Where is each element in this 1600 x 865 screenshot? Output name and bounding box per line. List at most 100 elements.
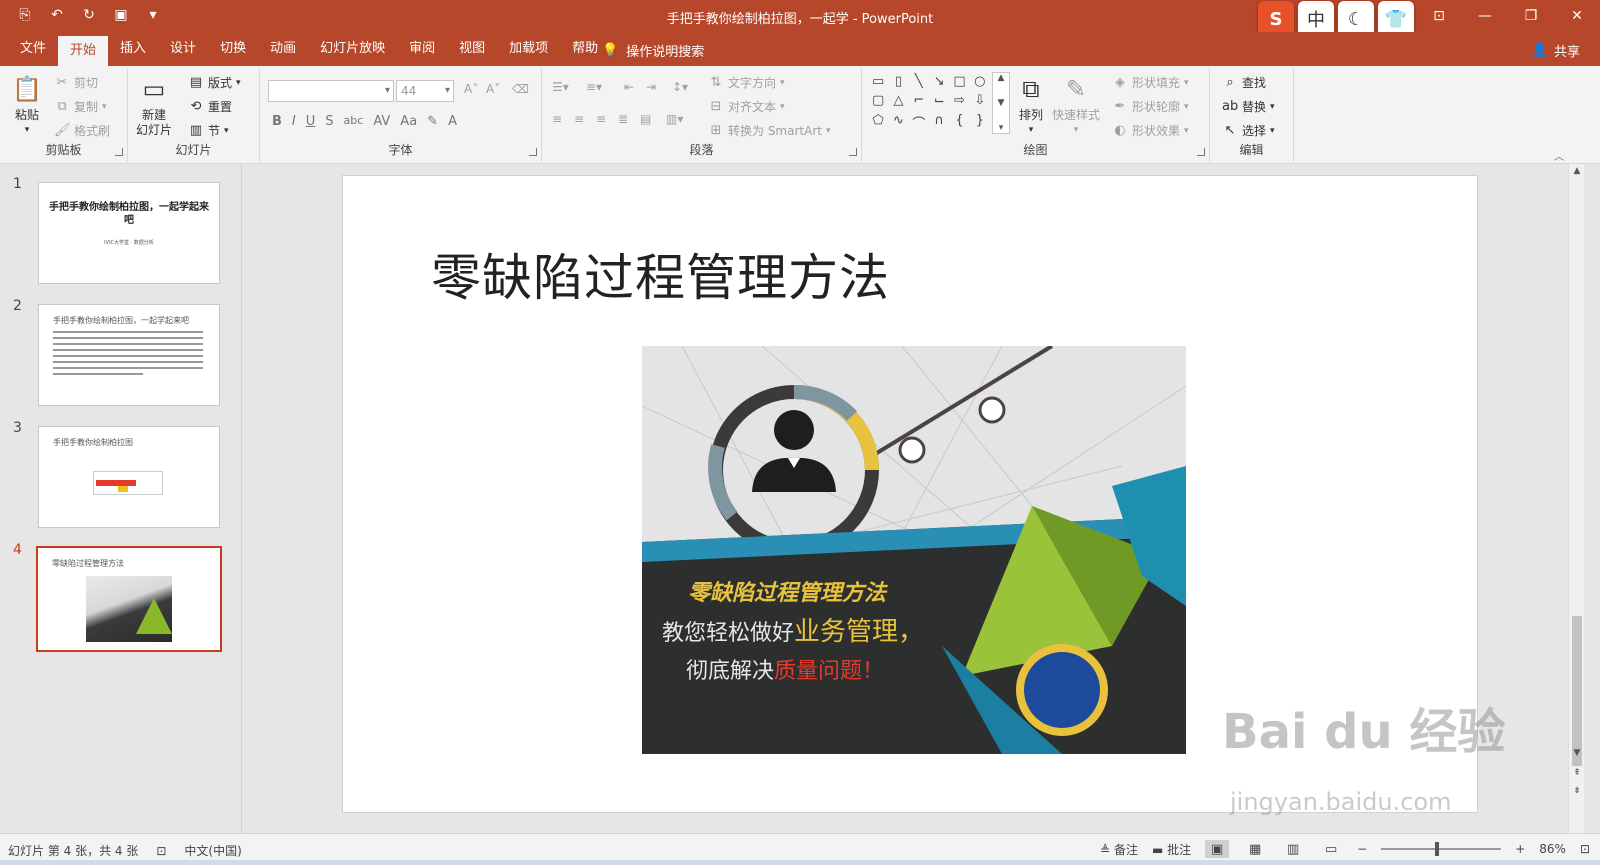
paragraph-launcher[interactable] [849, 148, 857, 156]
align-center-icon[interactable]: ≡ [574, 112, 584, 126]
strikethrough-button[interactable]: abc [344, 114, 364, 129]
editor-vertical-scrollbar[interactable]: ▲ ▼ ⇞ ⇟ [1568, 164, 1584, 833]
tab-home[interactable]: 开始 [58, 36, 109, 66]
zoom-out-icon[interactable]: − [1357, 842, 1367, 856]
book-cover-image[interactable]: 零缺陷过程管理方法 教您轻松做好业务管理， 彻底解决质量问题！ [642, 346, 1186, 754]
down-arrow-shape-icon[interactable]: ⇩ [970, 93, 990, 112]
underline-button[interactable]: U [306, 114, 316, 129]
shrink-font-button[interactable]: A˅ [486, 82, 500, 96]
shape-fill-button[interactable]: ◈ 形状填充 ▾ [1112, 74, 1189, 91]
share-button[interactable]: 👤 共享 [1532, 41, 1580, 60]
shadow-button[interactable]: S [325, 114, 333, 129]
font-launcher[interactable] [529, 148, 537, 156]
scroll-thumb[interactable] [1572, 616, 1582, 766]
fit-slide-icon[interactable]: ⊡ [1580, 842, 1590, 856]
shape-outline-button[interactable]: ✒ 形状轮廓 ▾ [1112, 98, 1189, 115]
layout-button[interactable]: ▤ 版式 ▾ [188, 74, 241, 91]
zoom-level[interactable]: 86% [1539, 842, 1566, 856]
reset-button[interactable]: ⟲ 重置 [188, 98, 232, 115]
align-text-button[interactable]: ⊟ 对齐文本 ▾ [708, 98, 785, 115]
zoom-in-icon[interactable]: + [1515, 842, 1525, 856]
right-arrow-shape-icon[interactable]: ⇨ [949, 93, 969, 112]
minimize-icon[interactable]: — [1462, 0, 1508, 32]
elbow-arrow-shape-icon[interactable]: ⌙ [929, 93, 949, 112]
text-direction-button[interactable]: ⇅ 文字方向 ▾ [708, 74, 785, 91]
align-left-icon[interactable]: ≡ [552, 112, 562, 126]
bold-button[interactable]: B [272, 114, 282, 129]
next-slide-icon[interactable]: ⇟ [1569, 786, 1585, 796]
slide-thumb-1[interactable]: 手把手教你绘制柏拉图，一起学起来吧 IVIC大学堂 · 数据分析 [38, 182, 220, 284]
ribbon-display-icon[interactable]: ⊡ [1416, 0, 1462, 32]
shape-effects-button[interactable]: ◐ 形状效果 ▾ [1112, 122, 1188, 139]
drawing-launcher[interactable] [1197, 148, 1205, 156]
shapes-gallery-scroll[interactable]: ▲ ▼ ▾ [992, 72, 1010, 134]
cut-button[interactable]: ✂ 剪切 [54, 74, 98, 91]
distributed-icon[interactable]: ▤ [640, 112, 651, 126]
tab-animations[interactable]: 动画 [258, 32, 308, 66]
format-painter-button[interactable]: 🖌 格式刷 [54, 122, 110, 139]
slide-thumb-2[interactable]: 手把手教你绘制柏拉图，一起学起来吧 [38, 304, 220, 406]
shapes-gallery[interactable]: ▭ ▯ ╲ ↘ □ ○ ▢ △ ⌐ ⌙ ⇨ ⇩ ⬠ ∿ ⌒ ∩{} [868, 74, 990, 132]
maximize-icon[interactable]: ❐ [1508, 0, 1554, 32]
wave-shape-icon[interactable]: ∩ [929, 113, 949, 132]
numbering-icon[interactable]: ≡▾ [586, 80, 602, 94]
line-shape-icon[interactable]: ╲ [909, 74, 929, 93]
line-spacing-icon[interactable]: ↕▾ [672, 80, 688, 94]
scroll-up-icon[interactable]: ▲ [1569, 166, 1585, 176]
font-color-button[interactable]: A [448, 114, 457, 129]
paste-button[interactable]: 📋 粘贴 ▾ [10, 72, 44, 138]
slide-title[interactable]: 零缺陷过程管理方法 [431, 238, 890, 310]
slideshow-view-icon[interactable]: ▭ [1319, 840, 1343, 858]
copy-button[interactable]: ⧉ 复制 ▾ [54, 98, 106, 115]
close-icon[interactable]: ✕ [1554, 0, 1600, 32]
grow-font-button[interactable]: A˄ [464, 82, 478, 96]
highlight-icon[interactable]: ✎ [427, 114, 438, 129]
textbox-shape-icon[interactable]: ▭ [868, 74, 888, 93]
select-button[interactable]: ↖ 选择 ▾ [1222, 122, 1275, 139]
brace-right-shape-icon[interactable]: } [970, 113, 990, 132]
reading-view-icon[interactable]: ▥ [1281, 840, 1305, 858]
clear-format-icon[interactable]: ⌫ [512, 82, 529, 96]
justify-icon[interactable]: ≣ [618, 112, 628, 126]
increase-indent-icon[interactable]: ⇥ [646, 80, 656, 94]
normal-view-icon[interactable]: ▣ [1205, 840, 1230, 858]
decrease-indent-icon[interactable]: ⇤ [624, 80, 634, 94]
tab-slideshow[interactable]: 幻灯片放映 [308, 32, 397, 66]
find-button[interactable]: ⌕ 查找 [1222, 74, 1266, 91]
collapse-ribbon-icon[interactable]: ︿ [1554, 148, 1564, 163]
tab-file[interactable]: 文件 [8, 32, 58, 66]
tab-insert[interactable]: 插入 [108, 32, 158, 66]
slide-sorter-icon[interactable]: ▦ [1243, 840, 1267, 858]
new-slide-button[interactable]: ▭ 新建 幻灯片 [136, 72, 172, 138]
triangle-shape-icon[interactable]: △ [888, 93, 908, 112]
columns-icon[interactable]: ▥▾ [666, 112, 683, 126]
curve-shape-icon[interactable]: ∿ [888, 113, 908, 132]
tab-view[interactable]: 视图 [447, 32, 497, 66]
bullets-icon[interactable]: ☰▾ [552, 80, 569, 94]
language-indicator[interactable]: 中文(中国) [184, 842, 241, 859]
tab-transitions[interactable]: 切换 [208, 32, 258, 66]
brace-left-shape-icon[interactable]: { [949, 113, 969, 132]
font-name-combo[interactable]: ▾ [268, 80, 394, 102]
change-case-button[interactable]: Aa [400, 114, 417, 129]
scroll-down-icon[interactable]: ▼ [1569, 748, 1585, 758]
vtextbox-shape-icon[interactable]: ▯ [888, 74, 908, 93]
smartart-button[interactable]: ⊞ 转换为 SmartArt ▾ [708, 122, 831, 139]
arrange-button[interactable]: ⧉ 排列 ▾ [1014, 72, 1048, 138]
spacing-button[interactable]: AV [373, 114, 390, 129]
freeform-shape-icon[interactable]: ⬠ [868, 113, 888, 132]
arc-shape-icon[interactable]: ⌒ [909, 113, 929, 132]
prev-slide-icon[interactable]: ⇞ [1569, 768, 1585, 778]
zoom-slider[interactable] [1381, 842, 1502, 856]
oval-shape-icon[interactable]: ○ [970, 74, 990, 93]
tab-design[interactable]: 设计 [158, 32, 208, 66]
align-right-icon[interactable]: ≡ [596, 112, 606, 126]
arrow-line-shape-icon[interactable]: ↘ [929, 74, 949, 93]
rounded-rect-shape-icon[interactable]: ▢ [868, 93, 888, 112]
comments-button[interactable]: ▬ 批注 [1152, 841, 1191, 858]
tell-me-search[interactable]: 💡 操作说明搜索 [602, 41, 704, 60]
slide-thumb-4[interactable]: 零缺陷过程管理方法 [36, 546, 222, 652]
replace-button[interactable]: ab 替换 ▾ [1222, 98, 1275, 115]
italic-button[interactable]: I [292, 114, 296, 129]
section-button[interactable]: ▥ 节 ▾ [188, 122, 229, 139]
